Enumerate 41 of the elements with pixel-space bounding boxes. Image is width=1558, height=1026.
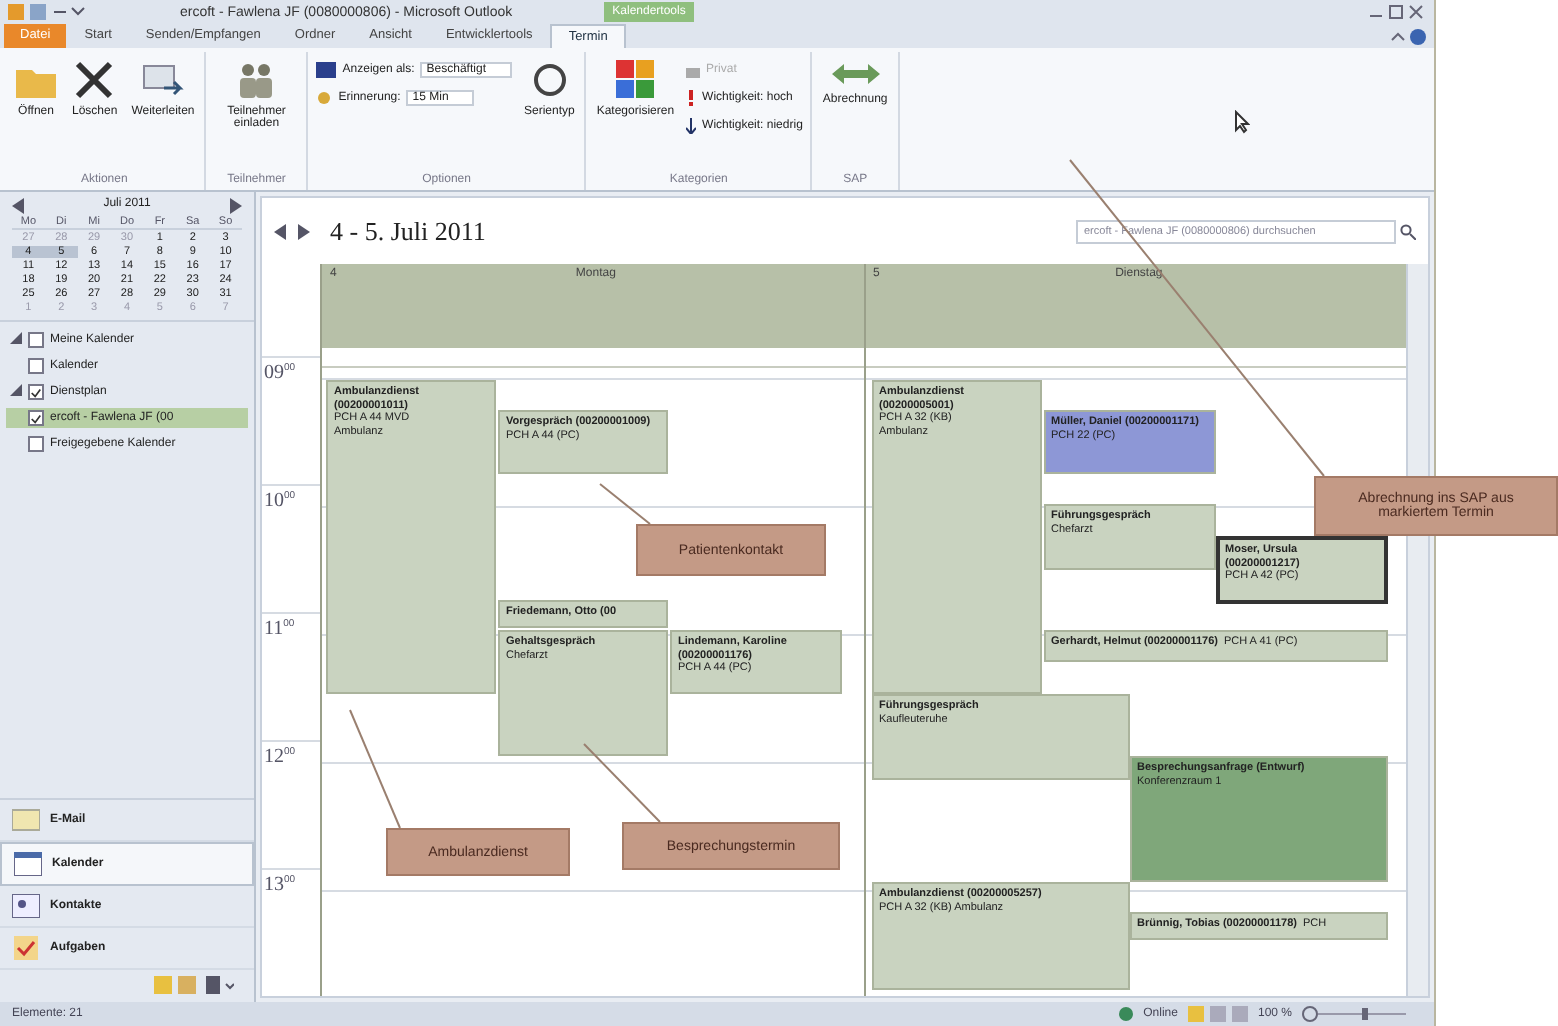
x-icon bbox=[72, 60, 117, 100]
hour-label: 13 bbox=[264, 874, 284, 896]
help-icon[interactable] bbox=[1390, 27, 1426, 45]
previous-arrow-icon[interactable] bbox=[274, 223, 286, 239]
address-card-icon bbox=[12, 894, 40, 918]
collapse-triangle-icon[interactable] bbox=[10, 384, 22, 400]
window-controls-icon[interactable] bbox=[1366, 4, 1426, 20]
checkbox[interactable] bbox=[28, 358, 44, 374]
next-month-icon[interactable] bbox=[229, 198, 242, 214]
checkbox[interactable] bbox=[28, 436, 44, 452]
leader-line bbox=[599, 483, 651, 525]
globe-icon bbox=[1117, 1006, 1134, 1022]
busy-square-icon bbox=[316, 62, 337, 78]
checkbox[interactable] bbox=[28, 332, 44, 348]
collapse-triangle-icon[interactable] bbox=[10, 332, 22, 348]
bell-icon bbox=[316, 90, 333, 106]
mouse-cursor-icon bbox=[1234, 109, 1250, 133]
leader-line bbox=[583, 743, 661, 823]
clipboard-check-icon bbox=[12, 936, 40, 960]
small-navigation-icons[interactable] bbox=[154, 976, 234, 996]
leader-line bbox=[349, 709, 401, 829]
exclamation-icon bbox=[686, 90, 697, 106]
checkbox[interactable] bbox=[28, 384, 44, 400]
circular-arrows-icon bbox=[529, 60, 570, 100]
envelope-icon bbox=[12, 808, 40, 832]
search-icon[interactable] bbox=[1400, 223, 1416, 239]
date-range-title: 4 - 5. Juli 2011 bbox=[330, 215, 486, 247]
hour-label: 12 bbox=[264, 746, 284, 768]
previous-month-icon[interactable] bbox=[12, 198, 24, 214]
lock-icon bbox=[686, 62, 701, 78]
hour-label: 09 bbox=[264, 362, 284, 384]
calendar-icon bbox=[14, 852, 42, 876]
envelope-arrow-icon bbox=[140, 60, 185, 100]
quick-access-icons[interactable] bbox=[8, 3, 88, 21]
checkbox[interactable] bbox=[28, 410, 44, 426]
hour-label: 10 bbox=[264, 490, 284, 512]
hour-label: 11 bbox=[264, 618, 284, 640]
color-squares-icon bbox=[615, 60, 656, 100]
next-arrow-icon[interactable] bbox=[298, 223, 310, 239]
down-arrow-icon bbox=[686, 118, 697, 134]
double-arrow-icon bbox=[829, 60, 882, 88]
